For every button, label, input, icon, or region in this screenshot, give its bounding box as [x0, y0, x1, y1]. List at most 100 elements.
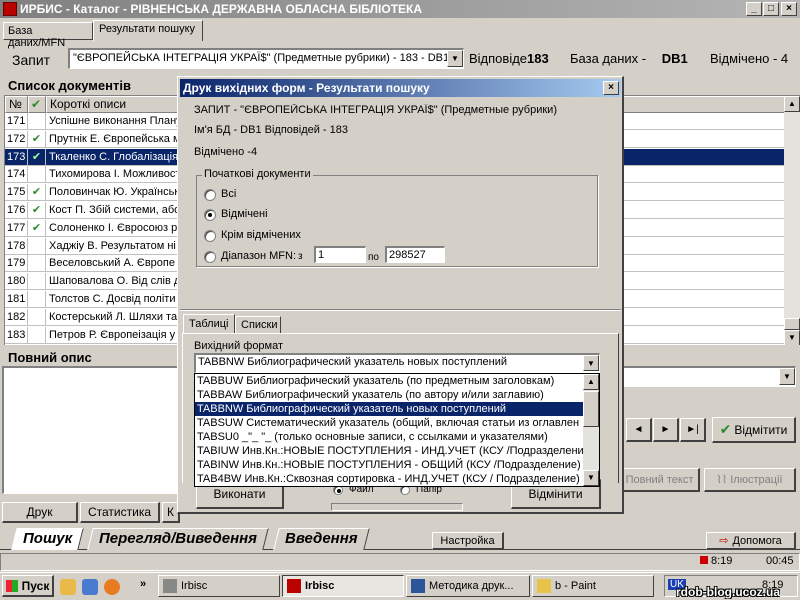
row-check-icon[interactable]: [28, 237, 46, 255]
scroll-thumb[interactable]: [784, 318, 800, 330]
row-desc-head: Петров Р. Європеізація у: [49, 328, 176, 341]
row-check-icon[interactable]: [28, 273, 46, 291]
range-to-label: по: [368, 252, 379, 263]
tab-lists[interactable]: Списки: [235, 316, 281, 334]
range-from-input[interactable]: 1: [314, 246, 366, 263]
scroll-down-icon[interactable]: ▼: [784, 330, 800, 345]
row-desc-head: Шаповалова О. Від слів д: [49, 275, 181, 288]
tab-tables[interactable]: Таблиці: [183, 314, 235, 334]
row-check-icon[interactable]: [28, 113, 46, 130]
range-to-input[interactable]: 298527: [385, 246, 445, 263]
radio-except-label: Крім відмічених: [221, 229, 301, 241]
chevron-down-icon[interactable]: ▼: [447, 50, 463, 67]
radio-range[interactable]: [204, 251, 216, 263]
nav-last-button[interactable]: ►|: [680, 418, 706, 442]
illustrations-button[interactable]: ⌇⌇ Ілюстрації: [704, 468, 796, 492]
row-check-icon[interactable]: [28, 291, 46, 308]
taskbar-item-irbisc-1[interactable]: Irbisc: [158, 575, 280, 597]
taskbar-item-word[interactable]: Методика друк...: [406, 575, 530, 597]
tab-search[interactable]: Пошук: [11, 528, 84, 550]
format-option[interactable]: TABINW Инв.Кн.:НОВЫЕ ПОСТУПЛЕНИЯ - ОБЩИЙ…: [195, 458, 585, 472]
format-options: TABBUW Библиографический указатель (по п…: [195, 374, 585, 486]
row-check-icon[interactable]: [28, 166, 46, 184]
query-label: Запит: [12, 52, 51, 68]
print-button[interactable]: Друк: [2, 502, 78, 523]
output-format-label: Вихідний формат: [194, 340, 284, 352]
format-option[interactable]: TABIUW Инв.Кн.:НОВЫЕ ПОСТУПЛЕНИЯ - ИНД.У…: [195, 444, 585, 458]
format-option[interactable]: TABBAW Библиографический указатель (по а…: [195, 388, 585, 402]
dialog-separator: [180, 309, 621, 311]
row-num: 178: [5, 237, 28, 255]
format-option[interactable]: TABSUW Систематический указатель (общий,…: [195, 416, 585, 430]
stats-button[interactable]: Статистика: [80, 502, 160, 523]
dialog-close-button[interactable]: ×: [603, 81, 619, 95]
row-num: 181: [5, 291, 28, 308]
tab-view-output[interactable]: Перегляд/Виведення: [87, 528, 269, 550]
scroll-thumb[interactable]: [583, 391, 599, 427]
dropdown-scrollbar[interactable]: ▲ ▼: [583, 374, 599, 486]
tab-db-mfn[interactable]: База даних/MFN: [3, 22, 93, 49]
maximize-button[interactable]: □: [763, 2, 779, 16]
row-check-icon[interactable]: ✔: [28, 219, 46, 237]
radio-marked[interactable]: [204, 209, 216, 221]
answers-label-text: Відповіде: [469, 51, 528, 66]
row-num: 175: [5, 184, 28, 202]
scroll-up-icon[interactable]: ▲: [583, 374, 599, 390]
irbis-icon: [287, 579, 301, 593]
row-check-icon[interactable]: ✔: [28, 148, 46, 166]
row-num: 180: [5, 273, 28, 291]
settings-button[interactable]: Настройка: [432, 532, 504, 550]
scroll-down-icon[interactable]: ▼: [583, 470, 599, 486]
check-icon: ✔: [719, 421, 732, 437]
tab-search-results[interactable]: Результати пошуку: [93, 20, 203, 41]
row-desc-head: Толстов С. Досвід політи: [49, 293, 176, 305]
row-check-icon[interactable]: [28, 255, 46, 273]
nav-next-button[interactable]: ►: [653, 418, 679, 442]
chevron-down-icon[interactable]: ▼: [779, 368, 795, 385]
taskbar-item-paint[interactable]: b - Paint: [532, 575, 654, 597]
row-check-icon[interactable]: ✔: [28, 184, 46, 202]
output-format-dropdown[interactable]: TABBUW Библиографический указатель (по п…: [194, 373, 600, 487]
quicklaunch-icon-1[interactable]: [60, 579, 76, 595]
full-desc-area[interactable]: [2, 366, 182, 494]
right-select[interactable]: ▼: [620, 366, 796, 387]
quicklaunch-icon-3[interactable]: [104, 579, 120, 595]
row-check-icon[interactable]: ✔: [28, 202, 46, 219]
start-button[interactable]: Пуск: [2, 575, 54, 597]
help-button[interactable]: ⇨ Допомога: [706, 532, 796, 550]
radio-all[interactable]: [204, 189, 216, 201]
taskbar-item-irbisc-2[interactable]: Irbisc: [282, 575, 404, 597]
chevron-double-icon[interactable]: »: [140, 578, 146, 590]
tab-input[interactable]: Введення: [273, 528, 370, 550]
format-option[interactable]: TABBNW Библиографический указатель новых…: [195, 402, 585, 416]
windows-logo-icon: [5, 579, 18, 592]
radio-except[interactable]: [204, 230, 216, 242]
full-desc-label: Повний опис: [8, 350, 92, 365]
app-icon: [3, 2, 17, 16]
format-option[interactable]: TABBUW Библиографический указатель (по п…: [195, 374, 585, 388]
help-icon: ⇨: [719, 535, 729, 547]
row-num: 176: [5, 202, 28, 219]
row-num: 177: [5, 219, 28, 237]
scroll-up-icon[interactable]: ▲: [784, 96, 800, 112]
minimize-button[interactable]: _: [746, 2, 762, 16]
row-check-icon[interactable]: ✔: [28, 130, 46, 148]
fulltext-button[interactable]: Повний текст: [620, 468, 700, 492]
row-check-icon[interactable]: [28, 308, 46, 326]
db-label-text: База даних -: [570, 51, 647, 66]
query-select[interactable]: "ЄВРОПЕЙСЬКА ІНТЕГРАЦІЯ УКРАЇ$" (Предмет…: [68, 48, 464, 69]
mark-button[interactable]: ✔ Відмітити: [712, 417, 796, 443]
doc-scrollbar[interactable]: ▲ ▼: [784, 96, 800, 345]
output-format-select[interactable]: TABBNW Библиографический указатель новых…: [194, 353, 600, 373]
format-option[interactable]: TAB4BW Инв.Кн.:Сквозная сортировка - ИНД…: [195, 472, 585, 486]
row-num: 182: [5, 308, 28, 326]
word-doc-icon: [411, 579, 425, 593]
format-option[interactable]: TABSU0 _"_ "_ (только основные записи, с…: [195, 430, 585, 444]
row-check-icon[interactable]: [28, 326, 46, 344]
col-check-header[interactable]: ✔: [28, 96, 46, 113]
quicklaunch-icon-2[interactable]: [82, 579, 98, 595]
col-num-header[interactable]: №: [5, 96, 28, 113]
chevron-down-icon[interactable]: ▼: [583, 355, 599, 371]
close-button[interactable]: ×: [781, 2, 797, 16]
nav-prev-button[interactable]: ◄: [626, 418, 652, 442]
